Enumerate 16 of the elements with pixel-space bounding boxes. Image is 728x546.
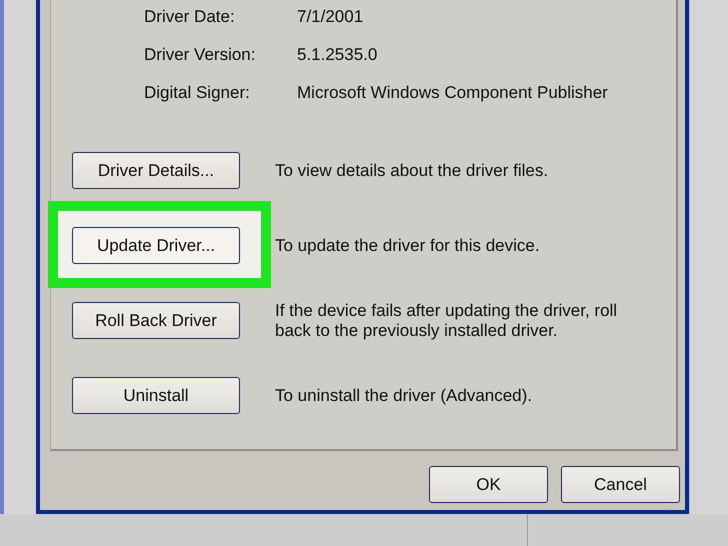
field-value: 7/1/2001 bbox=[297, 7, 364, 27]
action-button[interactable]: Update Driver... bbox=[72, 227, 240, 264]
field-label: Driver Version: bbox=[144, 45, 256, 65]
field-label: Digital Signer: bbox=[144, 83, 251, 103]
field-label: Driver Date: bbox=[144, 7, 236, 27]
action-description: To view details about the driver files. bbox=[275, 160, 550, 180]
action-description: If the device fails after updating the driver, roll back to the previously installed driver. bbox=[275, 300, 618, 340]
cancel-button[interactable]: Cancel bbox=[561, 466, 680, 503]
field-value: 5.1.2535.0 bbox=[297, 45, 378, 65]
action-description: To update the driver for this device. bbox=[275, 236, 541, 256]
action-description: To uninstall the driver (Advanced). bbox=[275, 386, 534, 406]
field-value: Microsoft Windows Component Publisher bbox=[297, 83, 609, 103]
action-button[interactable]: Roll Back Driver bbox=[72, 302, 240, 339]
action-button[interactable]: Driver Details... bbox=[72, 152, 240, 189]
action-button[interactable]: Uninstall bbox=[72, 377, 240, 414]
ok-button[interactable]: OK bbox=[429, 466, 548, 503]
